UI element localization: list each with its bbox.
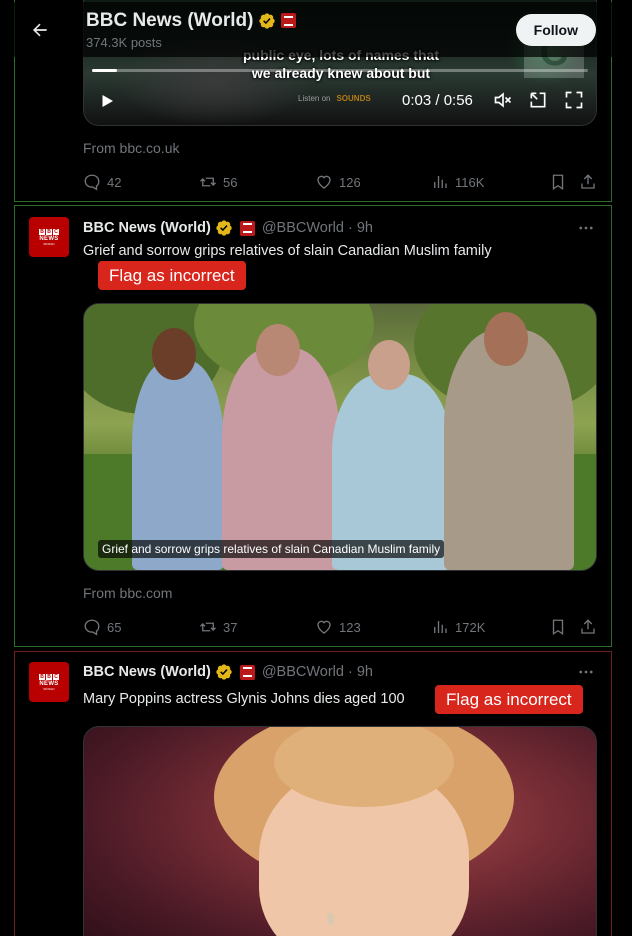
heart-icon — [317, 620, 331, 634]
repost-icon — [200, 622, 216, 632]
flag-incorrect-button[interactable]: Flag as incorrect — [435, 685, 583, 714]
tweet-actions: 42 56 126 116K — [83, 172, 597, 192]
tweet-photo[interactable]: Grief and sorrow grips relatives of slai… — [83, 303, 597, 571]
link-source[interactable]: From bbc.co.uk — [83, 140, 179, 156]
verified-badge-icon — [216, 664, 232, 680]
video-progress-bar[interactable] — [92, 69, 588, 72]
like-button[interactable]: 126 — [315, 173, 361, 191]
reply-button[interactable]: 42 — [83, 173, 121, 191]
share-button[interactable] — [579, 173, 597, 191]
profile-header: BBC News (World) 374.3K posts Follow — [14, 2, 612, 57]
repost-button[interactable]: 56 — [199, 173, 237, 191]
reply-button[interactable]: 65 — [83, 618, 121, 636]
bookmark-icon — [552, 619, 564, 636]
author-handle[interactable]: @BBCWorld — [262, 664, 344, 680]
like-count: 123 — [339, 619, 361, 635]
like-count: 126 — [339, 174, 361, 190]
video-progress-fill — [92, 69, 117, 72]
tweet-3[interactable]: BBC NEWS WORLD BBC News (World) @BBCWorl… — [14, 651, 612, 936]
author-name[interactable]: BBC News (World) — [83, 220, 211, 236]
bbc-affiliate-icon — [281, 13, 297, 28]
author-name[interactable]: BBC News (World) — [83, 664, 211, 680]
repost-count: 37 — [223, 619, 238, 635]
bookmark-button[interactable] — [549, 173, 567, 191]
bookmark-button[interactable] — [549, 618, 567, 636]
like-button[interactable]: 123 — [315, 618, 361, 636]
repost-button[interactable]: 37 — [199, 618, 237, 636]
verified-badge-icon — [259, 12, 276, 29]
view-count: 172K — [455, 619, 486, 635]
post-time[interactable]: · 9h — [348, 664, 373, 680]
link-source[interactable]: From bbc.com — [83, 585, 172, 601]
verified-badge-icon — [216, 220, 232, 236]
picture-in-picture-icon[interactable] — [528, 90, 548, 110]
tweet-header: BBC News (World) @BBCWorld · 9h — [83, 663, 373, 681]
reply-count: 42 — [107, 174, 122, 190]
author-handle[interactable]: @BBCWorld — [262, 220, 344, 236]
more-options-icon[interactable] — [577, 219, 595, 237]
tweet-2[interactable]: BBC NEWS WORLD BBC News (World) @BBCWorl… — [14, 205, 612, 647]
fullscreen-icon[interactable] — [564, 90, 584, 110]
repost-icon — [200, 177, 216, 187]
arrow-left-icon — [32, 23, 47, 36]
bbc-affiliate-icon — [239, 664, 255, 680]
video-time: 0:03 / 0:56 — [402, 92, 473, 109]
video-controls: Listen on SOUNDS 0:03 / 0:56 — [84, 86, 596, 116]
avatar[interactable]: BBC NEWS WORLD — [29, 217, 69, 257]
caption-line-2: we already knew about but — [251, 65, 431, 81]
view-count: 116K — [455, 174, 485, 190]
tweet-actions: 65 37 123 172K — [83, 617, 597, 637]
repost-count: 56 — [223, 174, 238, 190]
post-time[interactable]: · 9h — [348, 220, 373, 236]
reply-icon — [84, 619, 100, 636]
reply-icon — [84, 174, 100, 191]
bbc-affiliate-icon — [239, 220, 255, 236]
more-options-icon[interactable] — [577, 663, 595, 681]
reply-count: 65 — [107, 619, 122, 635]
back-button[interactable] — [14, 2, 66, 57]
profile-name: BBC News (World) — [86, 9, 254, 31]
flag-incorrect-button[interactable]: Flag as incorrect — [98, 261, 246, 290]
sounds-label: SOUNDS — [336, 94, 371, 103]
share-button[interactable] — [579, 618, 597, 636]
tweet-photo[interactable] — [83, 726, 597, 936]
avatar[interactable]: BBC NEWS WORLD — [29, 662, 69, 702]
posts-count: 374.3K posts — [86, 34, 162, 50]
sounds-prefix: Listen on — [298, 94, 331, 103]
photo-caption: Grief and sorrow grips relatives of slai… — [98, 540, 445, 558]
share-icon — [581, 619, 595, 634]
views-chart-icon — [434, 621, 447, 633]
play-icon[interactable] — [98, 91, 116, 111]
heart-icon — [317, 175, 331, 189]
bookmark-icon — [552, 174, 564, 191]
views-button[interactable]: 116K — [431, 173, 484, 191]
share-icon — [581, 174, 595, 189]
tweet-text: Mary Poppins actress Glynis Johns dies a… — [83, 691, 405, 707]
views-chart-icon — [434, 176, 447, 188]
mute-icon[interactable] — [493, 90, 513, 110]
bbc-sounds-tag: Listen on SOUNDS — [298, 94, 371, 103]
views-button[interactable]: 172K — [431, 618, 485, 636]
follow-button[interactable]: Follow — [515, 14, 596, 46]
tweet-header: BBC News (World) @BBCWorld · 9h — [83, 219, 373, 237]
tweet-text: Grief and sorrow grips relatives of slai… — [83, 243, 492, 259]
